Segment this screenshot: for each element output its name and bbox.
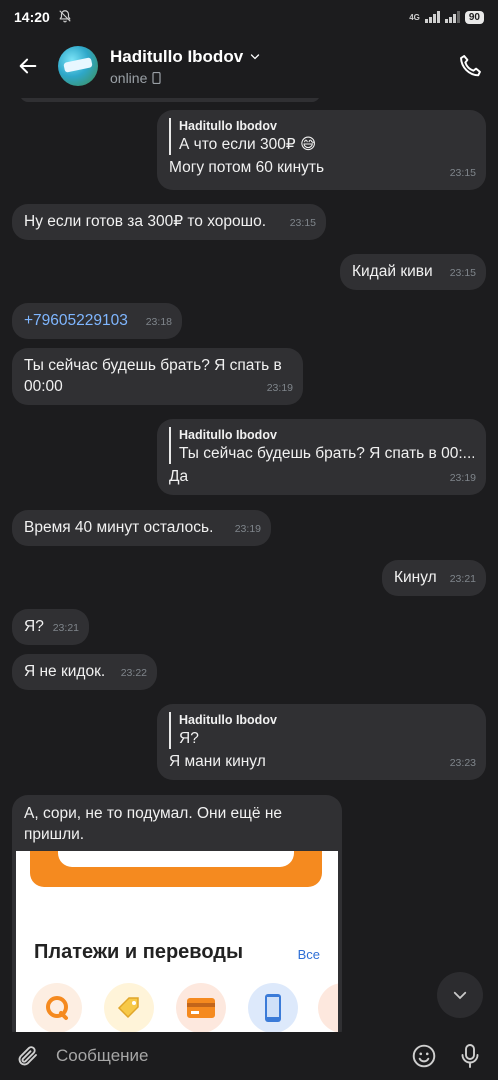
message-bubble-incoming[interactable]: +79605229103 23:18 [12,303,182,339]
message-time: 23:18 [145,316,172,328]
message-time: 23:19 [234,523,261,535]
message-text: Ну если готов за 300₽ то хорошо. [24,213,267,230]
message-bubble-incoming[interactable]: Я не кидок. 23:22 [12,654,157,690]
message-bubble-outgoing[interactable]: Haditullo Ibodov Ты сейчас будешь брать?… [157,419,486,495]
message-input[interactable] [56,1042,386,1070]
chat-header: Haditullo Ibodov online [0,34,498,98]
chevron-down-icon [251,53,260,59]
attach-button[interactable] [14,1042,42,1070]
message-text: Время 40 минут осталось. [24,519,214,536]
contact-status: online [110,69,148,86]
clock: 14:20 [14,9,50,25]
message-text: Кинул [394,569,437,586]
message-bubble-incoming[interactable]: Я? 23:21 [12,609,89,645]
contact-name: Haditullo Ibodov [110,46,244,66]
chevron-down-icon [453,991,467,1000]
message-bubble-partial [20,98,320,102]
message-text-line: А, сори, не то подумал. Они ещё не [24,805,283,822]
scroll-down-button[interactable] [437,972,483,1018]
paperclip-icon [18,1046,37,1066]
attached-screenshot[interactable]: Платежи и переводы Все [16,851,338,1032]
message-time: 23:19 [266,382,293,394]
reply-quote[interactable]: Haditullo Ibodov Я? [169,712,474,749]
message-bubble-incoming[interactable]: Ты сейчас будешь брать? Я спать в 00:00 … [12,348,303,405]
message-bubble-outgoing[interactable]: Кидай киви 23:15 [340,254,486,290]
message-text-line: 00:00 [24,378,63,395]
arrow-left-icon [19,58,37,74]
partial-icon [318,983,338,1032]
quote-author: Haditullo Ibodov [179,428,277,442]
signal-icon-2 [444,11,460,23]
message-text: Я? [24,618,44,635]
back-button[interactable] [0,34,56,98]
message-time: 23:19 [449,472,476,484]
message-text: Кидай киви [352,263,433,280]
message-time: 23:22 [120,667,147,679]
smiley-icon [412,1044,436,1068]
message-bubble-outgoing[interactable]: Haditullo Ibodov Я? Я мани кинул 23:23 [157,704,486,780]
phone-device-icon [248,983,298,1032]
quote-text: А что если 300₽ 😅 [179,136,317,153]
message-text-line: Ты сейчас будешь брать? Я спать в [24,357,282,374]
message-text: Могу потом 60 кинуть [169,159,325,176]
message-time: 23:15 [449,267,476,279]
battery-icon: 90 [464,10,484,24]
message-bubble-incoming[interactable]: Ну если готов за 300₽ то хорошо. 23:15 [12,204,326,240]
phone-link[interactable]: +79605229103 [24,312,128,329]
message-text: Да [169,468,189,485]
composer [0,1032,498,1080]
message-time: 23:15 [289,217,316,229]
embed-title: Платежи и переводы [34,941,244,963]
voice-message-button[interactable] [456,1042,484,1070]
card-icon [176,983,226,1032]
avatar[interactable] [58,46,98,86]
mute-notifications-icon [58,9,72,26]
phone-icon [460,55,481,77]
quote-author: Haditullo Ibodov [179,713,277,727]
tag-icon [104,983,154,1032]
reply-quote[interactable]: Haditullo Ibodov А что если 300₽ 😅 [169,118,474,155]
message-bubble-outgoing[interactable]: Кинул 23:21 [382,560,486,596]
message-time: 23:15 [449,167,476,179]
message-bubble-incoming[interactable]: Время 40 минут осталось. 23:19 [12,510,271,546]
quote-text: Ты сейчас будешь брать? Я спать в 00:... [179,445,474,462]
message-time: 23:21 [449,573,476,585]
quote-text: Я? [179,730,199,747]
message-text: Я мани кинул [169,753,266,770]
status-bar: 14:20 4G 90 [0,0,498,34]
embed-all-link: Все [297,947,320,962]
message-list[interactable]: Haditullo Ibodov А что если 300₽ 😅 Могу … [0,98,498,1032]
message-text-line: пришли. [24,826,85,843]
contact-info[interactable]: Haditullo Ibodov online [110,47,261,86]
reply-quote[interactable]: Haditullo Ibodov Ты сейчас будешь брать?… [169,427,474,464]
emoji-button[interactable] [410,1042,438,1070]
quote-author: Haditullo Ibodov [179,119,277,133]
qiwi-icon [32,983,82,1032]
message-bubble-outgoing[interactable]: Haditullo Ibodov А что если 300₽ 😅 Могу … [157,110,486,190]
message-time: 23:23 [449,757,476,769]
phone-device-icon [152,71,161,84]
message-text: Я не кидок. [24,663,106,680]
signal-icon [424,11,440,23]
message-time: 23:21 [52,622,79,634]
banner-button-shape [58,851,294,867]
call-button[interactable] [454,50,486,82]
microphone-icon [461,1044,479,1068]
network-type: 4G [409,12,420,22]
